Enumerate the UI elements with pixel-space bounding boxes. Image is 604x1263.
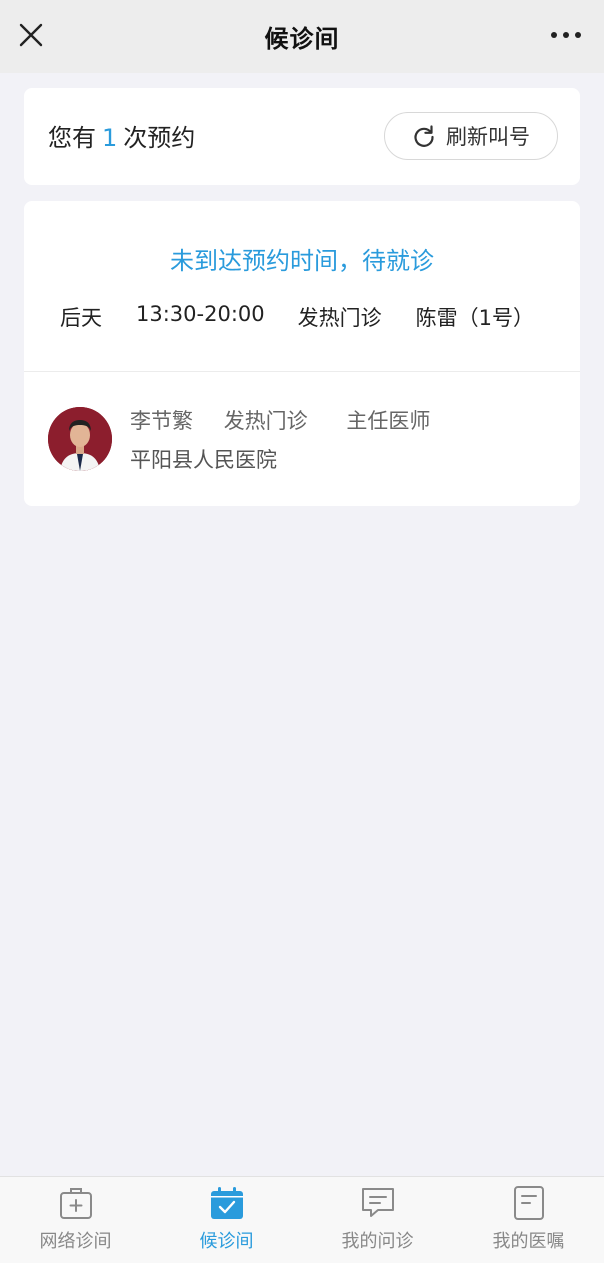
doctor-name: 李节繁 [130, 409, 193, 433]
hospital-name: 平阳县人民医院 [130, 448, 277, 472]
appointment-time: 13:30-20:00 [136, 302, 265, 326]
tab-label: 候诊间 [199, 1231, 254, 1252]
count-suffix: 次预约 [123, 124, 196, 152]
close-icon [19, 23, 43, 47]
tab-waiting-room[interactable]: 候诊间 [151, 1177, 302, 1263]
appointment-department: 发热门诊 [297, 306, 382, 330]
appointment-day: 后天 [60, 306, 102, 330]
more-button[interactable] [546, 20, 586, 50]
tab-my-prescriptions[interactable]: 我的医嘱 [453, 1177, 604, 1263]
tab-label: 我的问诊 [341, 1231, 414, 1252]
tab-my-consultations[interactable]: 我的问诊 [302, 1177, 453, 1263]
appointment-info-row: 后天 13:30-20:00 发热门诊 陈雷（1号） [60, 302, 534, 332]
refresh-icon [412, 124, 436, 148]
refresh-queue-button[interactable]: 刷新叫号 [384, 112, 558, 160]
more-icon [551, 32, 581, 38]
calendar-check-icon [209, 1185, 245, 1221]
document-icon [511, 1185, 547, 1221]
doctor-department: 发热门诊 [223, 409, 308, 433]
tab-bar: 网络诊间 候诊间 我的问诊 我的医嘱 [0, 1176, 604, 1263]
appointment-count-text: 您有 1 次预约 [48, 118, 195, 153]
close-button[interactable] [14, 18, 48, 52]
appointment-count: 1 [102, 124, 118, 152]
medical-kit-icon [58, 1185, 94, 1221]
count-prefix: 您有 [48, 124, 96, 152]
page-title: 候诊间 [264, 25, 340, 53]
doctor-avatar [48, 407, 112, 471]
summary-card: 您有 1 次预约 刷新叫号 [24, 88, 580, 185]
appointment-status: 未到达预约时间，待就诊 [170, 247, 434, 275]
doctor-title: 主任医师 [346, 409, 431, 433]
tab-label: 网络诊间 [39, 1231, 112, 1252]
nav-bar: 候诊间 [0, 0, 604, 73]
chat-icon [360, 1185, 396, 1221]
divider [24, 371, 580, 372]
tab-online-clinic[interactable]: 网络诊间 [0, 1177, 151, 1263]
patient-name: 陈雷（1号） [415, 306, 534, 330]
refresh-label: 刷新叫号 [446, 125, 530, 149]
tab-label: 我的医嘱 [492, 1231, 565, 1252]
appointment-card[interactable]: 未到达预约时间，待就诊 后天 13:30-20:00 发热门诊 陈雷（1号） 李… [24, 201, 580, 506]
doctor-info: 李节繁 发热门诊 主任医师 [130, 405, 430, 435]
